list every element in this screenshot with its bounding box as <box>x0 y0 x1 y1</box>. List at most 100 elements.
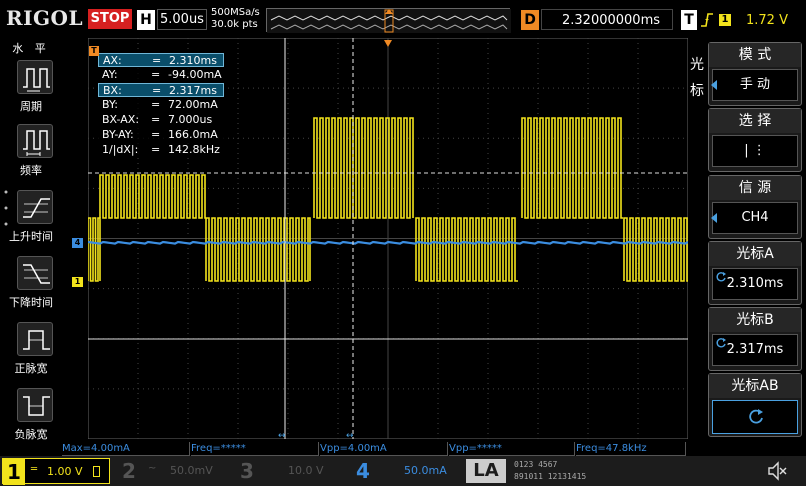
select-title: 选 择 <box>709 109 801 133</box>
cursor-ab-softkey[interactable]: 光标AB <box>708 373 802 437</box>
horizontal-delay: 2.32000000ms <box>562 13 661 28</box>
memory-overview-bar <box>266 8 511 33</box>
left-menu-title: 水 平 <box>12 42 50 55</box>
ch4-offset-marker[interactable]: 4 <box>72 238 83 248</box>
mode-value: 手 动 <box>712 69 798 101</box>
ch1-status[interactable]: 1 ═ 1.00 V <box>2 458 110 485</box>
knob-rotate-icon <box>716 272 726 282</box>
ch1-coupling-icon: ═ <box>31 464 38 475</box>
sample-rate: 500MSa/s <box>211 7 260 18</box>
fall-time-icon[interactable] <box>17 256 53 290</box>
cursor-mode-softkey[interactable]: 模 式 手 动 <box>708 42 802 106</box>
measure-label: 正脉宽 <box>14 362 48 375</box>
measure-rise-time-item[interactable]: 上升时间 <box>2 190 60 252</box>
measure-frequency-item[interactable]: 频率 <box>2 124 60 186</box>
measurement-item[interactable]: Vpp=***** <box>449 442 575 456</box>
ch3-number: 3 <box>240 459 254 483</box>
cursor-readout-panel: AX: = 2.310ms AY: = -94.00mA BX: = 2.317ms BY:… <box>96 52 228 158</box>
readout-label: BY-AY: <box>102 128 134 141</box>
cursor-readout-row: BY: = 72.00mA <box>102 98 218 111</box>
readout-label: AY: <box>102 68 118 81</box>
cursor-readout-row: BX: = 2.317ms <box>98 83 224 97</box>
cursor-ab-knob-area[interactable] <box>712 400 798 434</box>
mode-title: 模 式 <box>709 43 801 67</box>
measure-label: 周期 <box>20 100 42 113</box>
cursor-select-softkey[interactable]: 选 择 | ⋮ <box>708 108 802 172</box>
measure-label: 频率 <box>20 164 42 177</box>
readout-label: BX: <box>103 84 122 97</box>
measure-positive-width-item[interactable]: 正脉宽 <box>2 322 60 384</box>
cursor-menu: 光标 模 式 手 动 选 择 | ⋮ 信 源 CH4 光标A 2.310ms 光… <box>688 38 806 456</box>
ch1-scale: 1.00 V <box>47 465 83 478</box>
horizontal-measure-menu: 水 平 周期 频率 上升时间 下降时间 正脉宽 负脉宽 <box>0 38 62 456</box>
ch2-number: 2 <box>122 459 136 483</box>
select-value: | ⋮ <box>712 135 798 167</box>
ch1-offset-marker[interactable]: 1 <box>72 277 83 287</box>
rise-time-icon[interactable] <box>17 190 53 224</box>
measurement-item[interactable]: Freq=47.8kHz <box>576 442 686 456</box>
ch4-scale: 50.0mA <box>404 464 447 477</box>
source-title: 信 源 <box>709 176 801 200</box>
measure-label: 上升时间 <box>9 230 53 243</box>
readout-label: BX-AX: <box>102 113 140 126</box>
speaker-mute-icon[interactable] <box>766 460 788 482</box>
memory-depth: 30.0k pts <box>211 19 258 30</box>
frequency-icon[interactable] <box>17 124 53 158</box>
ch2-coupling-icon: ~ <box>148 463 157 474</box>
cursor-readout-row: BX-AX: = 7.000us <box>102 113 213 126</box>
measure-label: 负脉宽 <box>14 428 48 441</box>
logic-analyzer-channels: 0123 4567 891011 12131415 <box>514 459 592 483</box>
cursor-a-softkey[interactable]: 光标A 2.310ms <box>708 241 802 305</box>
trigger-level: 1.72 V <box>746 13 788 28</box>
cursor-a-bottom-marker: ↔ <box>278 431 286 439</box>
measurement-item[interactable]: Vpp=4.00mA <box>320 442 448 456</box>
source-value: CH4 <box>712 202 798 234</box>
positive-width-icon[interactable] <box>17 322 53 356</box>
measure-fall-time-item[interactable]: 下降时间 <box>2 256 60 318</box>
readout-label: BY: <box>102 98 118 111</box>
readout-label: AX: <box>103 54 122 67</box>
horizontal-label: H <box>137 10 155 30</box>
top-status-bar: RIGOL STOP H 5.00us 500MSa/s 30.0k pts D… <box>0 0 806 38</box>
measurement-item[interactable]: Freq=***** <box>191 442 319 456</box>
ch1-waveform-segment <box>415 217 518 282</box>
measure-negative-width-item[interactable]: 负脉宽 <box>2 388 60 450</box>
cursor-b-bottom-marker: ↔ <box>346 431 354 439</box>
measurement-item[interactable]: Max=4.00mA <box>62 442 190 456</box>
ch3-status[interactable]: 3 10.0 V <box>232 458 342 484</box>
trigger-label: T <box>681 10 697 30</box>
cursor-readout-row: AX: = 2.310ms <box>98 53 224 67</box>
run-stop-status[interactable]: STOP <box>88 9 132 29</box>
cursor-ab-title: 光标AB <box>709 374 801 398</box>
cursor-readout-row: BY-AY: = 166.0mA <box>102 128 218 141</box>
measure-period-item[interactable]: 周期 <box>2 60 60 122</box>
knob-rotate-icon <box>716 338 726 348</box>
period-icon[interactable] <box>17 60 53 94</box>
ch4-number: 4 <box>356 459 370 483</box>
cursor-a-title: 光标A <box>709 242 801 266</box>
memory-waveform-thumbnail <box>267 9 511 33</box>
channel-status-bar: 1 ═ 1.00 V 2 ~ 50.0mV 3 10.0 V 4 50.0mA … <box>0 456 806 486</box>
readout-value: 7.000us <box>168 113 213 126</box>
cursor-source-softkey[interactable]: 信 源 CH4 <box>708 175 802 239</box>
readout-label: 1/|dX|: <box>102 143 139 156</box>
cursor-b-softkey[interactable]: 光标B 2.317ms <box>708 307 802 371</box>
readout-value: 2.310ms <box>169 54 217 67</box>
ch4-status[interactable]: 4 50.0mA <box>348 458 460 484</box>
right-menu-title: 光标 <box>690 57 704 99</box>
measurement-bar: Max=4.00mA Freq=***** Vpp=4.00mA Vpp=***… <box>60 442 686 456</box>
cursor-b-title: 光标B <box>709 308 801 332</box>
delay-label: D <box>521 10 539 30</box>
negative-width-icon[interactable] <box>17 388 53 422</box>
measure-label: 下降时间 <box>9 296 53 309</box>
readout-value: -94.00mA <box>168 68 222 81</box>
readout-value: 142.8kHz <box>168 143 220 156</box>
rising-edge-icon <box>701 13 713 27</box>
ch2-status[interactable]: 2 ~ 50.0mV <box>114 458 228 484</box>
logic-analyzer-button[interactable]: LA <box>466 459 506 483</box>
readout-value: 72.00mA <box>168 98 218 111</box>
cursor-readout-row: AY: = -94.00mA <box>102 68 222 81</box>
readout-value: 2.317ms <box>169 84 217 97</box>
ch3-scale: 10.0 V <box>288 464 324 477</box>
trigger-position-top-marker: T <box>89 46 99 56</box>
